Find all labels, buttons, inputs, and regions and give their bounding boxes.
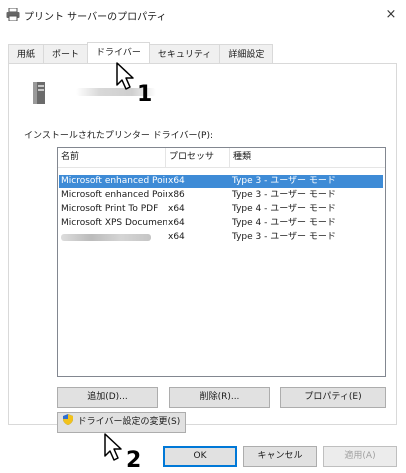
step-number-1: 1 (137, 82, 153, 107)
window-title: プリント サーバーのプロパティ (24, 12, 167, 23)
printer-icon (6, 8, 20, 21)
driver-name: Microsoft enhanced Point... (61, 190, 167, 200)
list-item[interactable]: Microsoft enhanced Point... x86 Type 3 -… (59, 189, 383, 202)
step-number-2: 2 (126, 448, 142, 473)
list-item[interactable]: x64 Type 3 - ユーザー モード (59, 231, 383, 244)
driver-type: Type 3 - ユーザー モード (232, 190, 336, 200)
driver-processor: x64 (168, 232, 185, 242)
change-driver-settings-label: ドライバー設定の変更(S) (77, 417, 181, 427)
driver-name: Microsoft XPS Document ... (61, 218, 167, 228)
title-bar: プリント サーバーのプロパティ × (0, 0, 406, 30)
column-header-processor[interactable]: プロセッサ (166, 148, 230, 167)
remove-button[interactable]: 削除(R)... (169, 387, 270, 408)
list-item[interactable]: Microsoft XPS Document ... x64 Type 4 - … (59, 217, 383, 230)
driver-name: Microsoft Print To PDF (61, 204, 159, 214)
drivers-list[interactable]: 名前 プロセッサ 種類 Microsoft enhanced Point... … (57, 147, 386, 377)
installed-drivers-label: インストールされたプリンター ドライバー(P): (24, 131, 213, 141)
server-icon (33, 82, 45, 104)
cursor-arrow-icon (116, 62, 134, 90)
driver-processor: x64 (168, 204, 185, 214)
list-item[interactable]: Microsoft Print To PDF x64 Type 4 - ユーザー… (59, 203, 383, 216)
properties-button[interactable]: プロパティ(E) (280, 387, 386, 408)
driver-type: Type 3 - ユーザー モード (232, 232, 336, 242)
tab-security[interactable]: セキュリティ (148, 44, 221, 64)
tab-strip: 用紙 ポート ドライバー セキュリティ 詳細設定 (8, 42, 274, 64)
tab-paper[interactable]: 用紙 (8, 44, 45, 64)
close-button[interactable]: × (380, 4, 402, 26)
driver-processor: x64 (168, 176, 185, 186)
driver-type: Type 3 - ユーザー モード (232, 176, 336, 186)
driver-name: Microsoft enhanced Point... (61, 176, 167, 186)
driver-type: Type 4 - ユーザー モード (232, 204, 336, 214)
tab-ports[interactable]: ポート (43, 44, 89, 64)
uac-shield-icon (62, 414, 73, 425)
cancel-button[interactable]: キャンセル (243, 446, 317, 467)
column-header-name[interactable]: 名前 (58, 148, 166, 167)
driver-type: Type 4 - ユーザー モード (232, 218, 336, 228)
driver-name-blurred (59, 231, 167, 246)
driver-processor: x86 (168, 190, 185, 200)
tab-advanced[interactable]: 詳細設定 (219, 44, 274, 64)
change-driver-settings-button[interactable]: ドライバー設定の変更(S) (57, 412, 186, 433)
list-header: 名前 プロセッサ 種類 (58, 148, 385, 168)
ok-button[interactable]: OK (163, 446, 237, 467)
column-header-type[interactable]: 種類 (230, 148, 385, 167)
apply-button[interactable]: 適用(A) (323, 446, 397, 467)
cursor-arrow-icon (104, 433, 122, 461)
add-button[interactable]: 追加(D)... (57, 387, 158, 408)
list-item[interactable]: Microsoft enhanced Point... x64 Type 3 -… (59, 175, 383, 188)
driver-processor: x64 (168, 218, 185, 228)
